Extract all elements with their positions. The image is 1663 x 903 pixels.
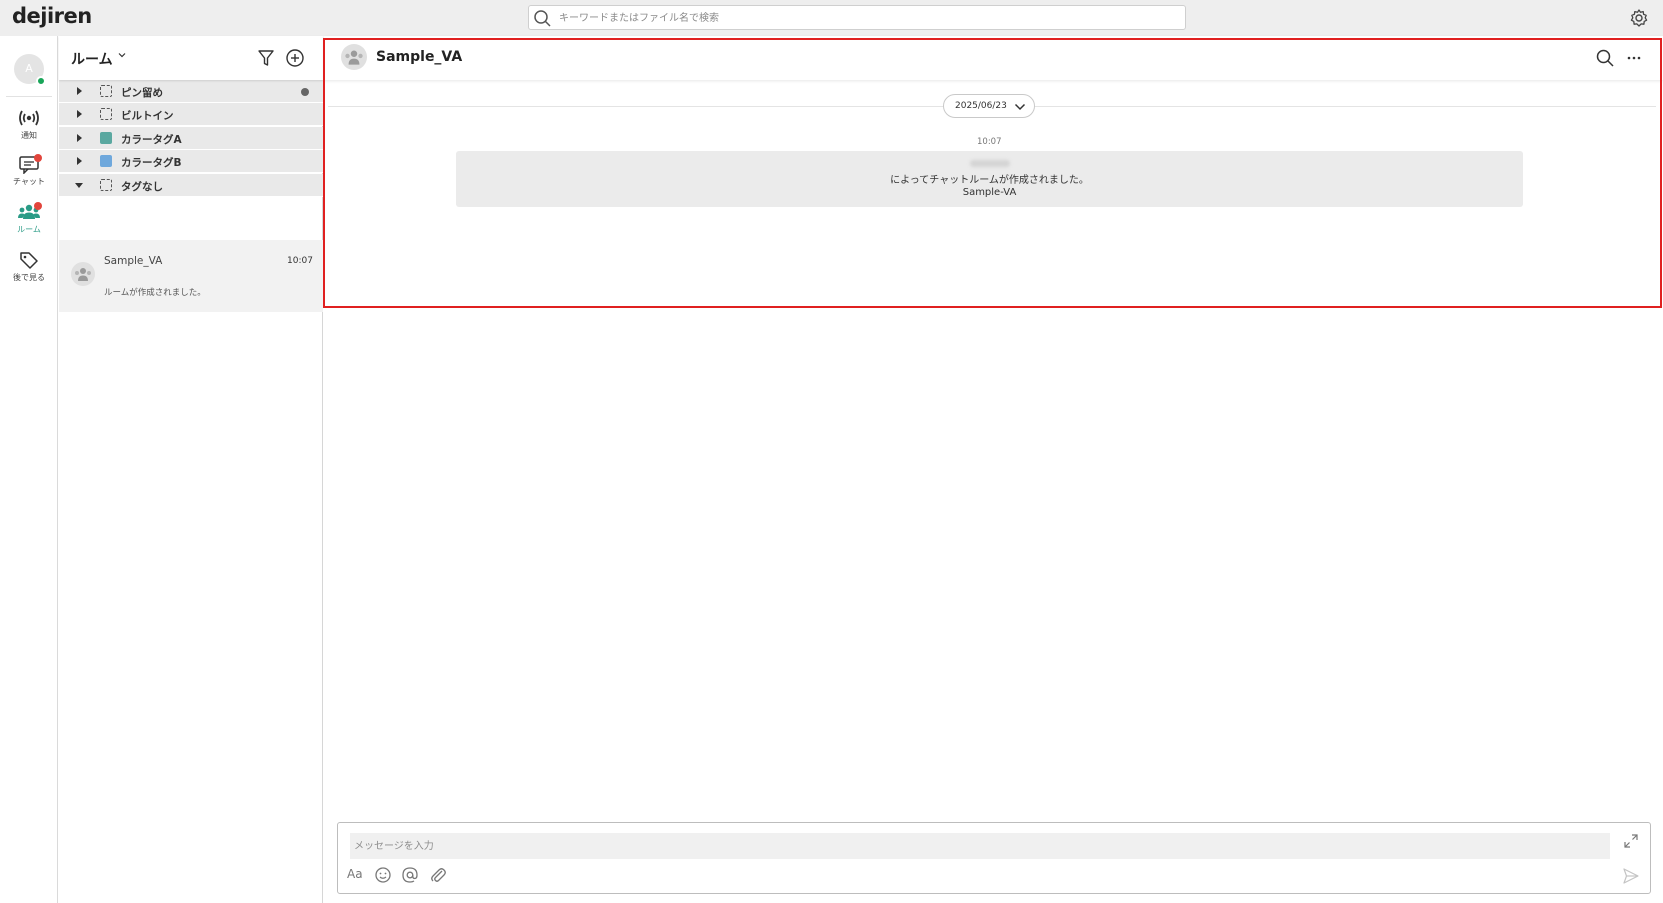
nav-item-chat[interactable]: チャット (4, 154, 54, 196)
smiley-icon (375, 867, 391, 883)
rail-divider (6, 96, 52, 97)
nav-rail: A 通知 チャット ルーム 後で見る (0, 36, 58, 903)
nav-item-later[interactable]: 後で見る (4, 250, 54, 292)
group-avatar-icon[interactable] (341, 44, 367, 70)
room-panel-title[interactable]: ルーム (71, 49, 113, 69)
group-checkbox[interactable] (100, 179, 112, 191)
room-list-panel: ルーム ピン留め ビルトイン カラータグA カラータグB タグなし Sample… (59, 36, 323, 903)
expand-composer-button[interactable] (1623, 833, 1639, 849)
date-selector[interactable]: 2025/06/23 (943, 94, 1035, 118)
group-label: ピン留め (121, 87, 163, 99)
room-panel-header: ルーム (59, 36, 323, 80)
search-icon (1596, 49, 1614, 67)
color-tag-swatch (100, 155, 112, 167)
top-bar: dejiren (0, 0, 1663, 36)
more-options-button[interactable] (1624, 48, 1644, 68)
chat-unread-badge (34, 154, 42, 162)
group-row-color-tag-a[interactable]: カラータグA (59, 127, 323, 150)
more-horizontal-icon (1627, 56, 1641, 60)
mention-button[interactable] (400, 865, 420, 885)
chat-header: Sample_VA (324, 36, 1663, 80)
search-icon (534, 10, 551, 27)
settings-button[interactable] (1629, 8, 1649, 28)
chat-room-title[interactable]: Sample_VA (376, 49, 462, 65)
system-message-text: によってチャットルームが作成されました。 (890, 175, 1089, 186)
expand-arrow-icon[interactable] (77, 110, 82, 118)
plus-circle-icon (286, 49, 304, 67)
global-search-box[interactable] (528, 5, 1186, 30)
collapse-arrow-icon[interactable] (75, 183, 83, 188)
nav-item-rooms[interactable]: ルーム (4, 202, 54, 244)
gear-icon (1630, 9, 1648, 27)
date-label: 2025/06/23 (955, 101, 1007, 111)
nav-label-rooms: ルーム (17, 225, 41, 234)
group-row-color-tag-b[interactable]: カラータグB (59, 150, 323, 173)
group-label: タグなし (121, 181, 163, 193)
text-format-button[interactable]: Aa (347, 867, 363, 881)
blurred-user-name (970, 160, 1010, 167)
group-row-pinned[interactable]: ピン留め (59, 80, 323, 103)
attach-button[interactable] (428, 865, 448, 885)
broadcast-icon (19, 110, 39, 126)
group-avatar-icon (71, 262, 95, 286)
paperclip-icon (431, 868, 446, 882)
group-checkbox[interactable] (100, 108, 112, 120)
room-last-message: ルームが作成されました。 (104, 288, 206, 298)
group-label: カラータグB (121, 157, 182, 169)
send-button[interactable] (1622, 867, 1640, 885)
color-tag-swatch (100, 132, 112, 144)
system-message: によってチャットルームが作成されました。 Sample-VA (456, 151, 1523, 207)
filter-button[interactable] (256, 48, 276, 68)
group-label: ビルトイン (121, 110, 174, 122)
room-list-item[interactable]: Sample_VA 10:07 ルームが作成されました。 (59, 240, 323, 312)
expand-arrow-icon[interactable] (77, 157, 82, 165)
expand-arrow-icon[interactable] (77, 134, 82, 142)
filter-icon (258, 50, 274, 66)
system-message-room-name: Sample-VA (962, 187, 1017, 198)
chevron-down-icon[interactable] (117, 50, 127, 60)
message-input[interactable] (350, 833, 1610, 859)
expand-arrow-icon[interactable] (77, 87, 82, 95)
nav-label-later: 後で見る (13, 273, 45, 282)
room-timestamp: 10:07 (287, 256, 313, 266)
add-room-button[interactable] (285, 48, 305, 68)
emoji-button[interactable] (373, 865, 393, 885)
chat-area: Sample_VA 2025/06/23 10:07 によってチャットルームが作… (323, 36, 1663, 903)
room-name: Sample_VA (104, 255, 163, 267)
group-row-untagged[interactable]: タグなし (59, 174, 323, 197)
nav-label-chat: チャット (13, 177, 45, 186)
rooms-unread-badge (34, 202, 42, 210)
send-icon (1623, 868, 1639, 884)
group-row-builtin[interactable]: ビルトイン (59, 103, 323, 126)
chevron-down-icon (1014, 103, 1026, 111)
app-logo[interactable]: dejiren (12, 4, 92, 28)
global-search-input[interactable] (559, 10, 1159, 26)
message-timestamp: 10:07 (977, 137, 1002, 147)
online-status-indicator (36, 76, 46, 86)
nav-label-notifications: 通知 (21, 131, 37, 140)
group-checkbox[interactable] (100, 85, 112, 97)
group-label: カラータグA (121, 134, 182, 146)
tag-icon (20, 252, 38, 269)
nav-item-notifications[interactable]: 通知 (4, 108, 54, 150)
chat-search-button[interactable] (1595, 48, 1615, 68)
message-composer: Aa (337, 822, 1651, 894)
at-sign-icon (402, 867, 418, 883)
unread-dot (301, 88, 309, 96)
expand-icon (1624, 834, 1638, 848)
